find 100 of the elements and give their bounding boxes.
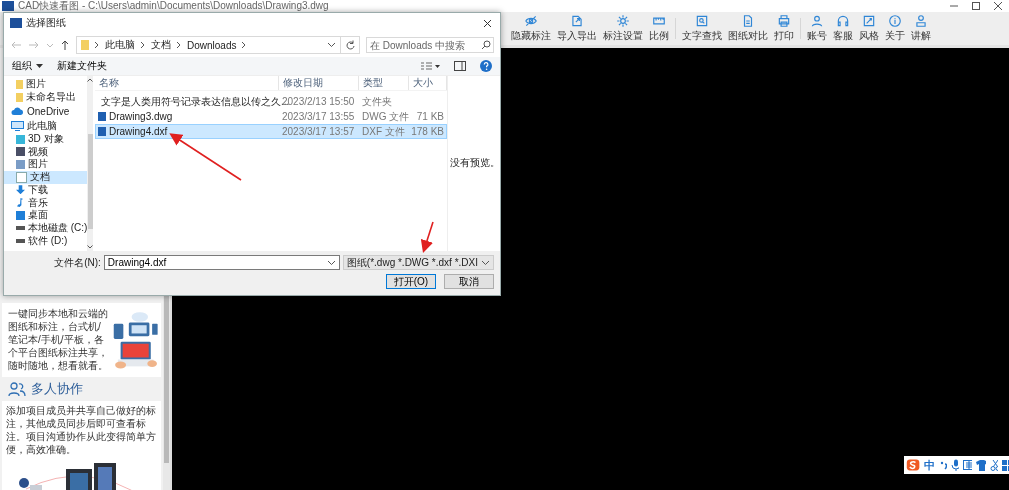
toolbar-button[interactable]: 讲解 [908, 12, 934, 45]
nav-item[interactable]: 图片 [4, 158, 88, 171]
video-icon [16, 147, 25, 157]
command-button[interactable]: 新建文件夹 [57, 59, 107, 73]
nav-item[interactable]: 未命名导出 [4, 90, 88, 104]
close-icon[interactable] [483, 18, 492, 28]
column-header[interactable]: 类型 [359, 76, 409, 90]
toolbar-button[interactable]: 文字查找 [679, 12, 725, 45]
file-row[interactable]: Drawing4.dxf 2023/3/17 13:57 DXF 文件 178 KB [95, 124, 447, 139]
cube-icon [16, 134, 25, 144]
search-field[interactable]: 在 Downloads 中搜索 [366, 37, 494, 53]
command-button[interactable]: 组织 [12, 59, 43, 73]
punctuation-icon[interactable] [939, 460, 947, 470]
grid-icon[interactable] [1002, 459, 1009, 471]
chevron-icon [94, 41, 100, 49]
feature-description: 添加项目成员并共享自己做好的标注，其他成员同步后即可查看标注。项目沟通协作从此变得简单方便，高效准确。 [6, 404, 157, 456]
nav-item[interactable]: 下载 [4, 183, 88, 197]
file-type-dropdown[interactable]: 图纸(*.dwg *.DWG *.dxf *.DXI [342, 255, 494, 270]
preview-message: 没有预览。 [450, 156, 500, 170]
keyboard-icon[interactable] [962, 460, 973, 470]
image-icon [16, 159, 25, 169]
app-logo-icon [10, 18, 22, 28]
nav-item[interactable]: 软件 (D:) [4, 234, 88, 247]
desktop-icon [16, 210, 25, 220]
help-icon[interactable] [480, 60, 492, 72]
cancel-button[interactable]: 取消 [444, 274, 494, 289]
nav-item[interactable]: 视频 [4, 145, 88, 159]
breadcrumb-item[interactable]: 文档 [151, 38, 171, 52]
nav-item[interactable]: 文档 [4, 170, 88, 184]
open-button[interactable]: 打开(O) [386, 274, 436, 289]
export-icon [569, 14, 585, 28]
headset-icon [835, 14, 851, 28]
toolbar-button[interactable]: 风格 [856, 12, 882, 45]
toolbar-button[interactable]: 导入导出 [554, 12, 600, 45]
breadcrumb-item[interactable]: 此电脑 [105, 38, 135, 52]
nav-item[interactable]: 此电脑 [4, 120, 88, 133]
arrow-annotation [420, 221, 434, 254]
chevron-icon [140, 41, 146, 49]
people-icon [8, 381, 26, 397]
chevron-icon [176, 41, 182, 49]
caret-icon[interactable] [326, 260, 336, 266]
computer-icon [11, 121, 24, 132]
refresh-icon[interactable] [345, 40, 355, 50]
document-icon [16, 171, 27, 183]
eye-slash-icon [523, 14, 539, 28]
toolbar-button[interactable]: 隐藏标注 [508, 12, 554, 45]
window-title: CAD快速看图 - C:\Users\admin\Documents\Downloads\Drawing3.dwg [18, 0, 329, 12]
download-icon [16, 185, 25, 195]
toolbar-button[interactable]: 关于 [882, 12, 908, 45]
file-row[interactable]: Drawing3.dwg 2023/3/17 13:55 DWG 文件 71 KB [95, 109, 447, 124]
nav-item[interactable]: OneDrive [4, 105, 88, 119]
preview-pane-icon[interactable] [454, 61, 466, 71]
cloud-icon [11, 107, 24, 117]
up-icon[interactable] [60, 39, 70, 51]
ruler-icon [651, 14, 667, 28]
filename-field[interactable]: Drawing4.dxf [103, 255, 340, 270]
field-label: 文件名(N): [54, 255, 101, 270]
nav-item[interactable]: 桌面 [4, 208, 88, 222]
file-row[interactable]: 文字是人类用符号记录表达信息以传之久... 2023/2/13 15:50 文件夹 [95, 94, 447, 109]
caret-icon [481, 259, 490, 266]
close-icon[interactable] [993, 1, 1003, 11]
nav-item[interactable]: 3D 对象 [4, 132, 88, 146]
nav-item[interactable]: 图片 [4, 78, 88, 91]
toolbar-button[interactable]: 打印 [771, 12, 797, 45]
scissors-icon[interactable] [989, 459, 999, 471]
app-logo-icon [2, 1, 14, 11]
maximize-icon[interactable] [971, 1, 981, 11]
toolbar-button[interactable]: 客服 [830, 12, 856, 45]
info-icon [887, 14, 903, 28]
person-icon [913, 14, 929, 28]
toolbar-button[interactable]: 图纸对比 [725, 12, 771, 45]
search-icon [481, 40, 491, 50]
ime-logo-icon[interactable] [906, 457, 921, 473]
folder-icon [81, 40, 89, 50]
edit-icon [861, 14, 877, 28]
view-options-icon[interactable] [420, 61, 440, 71]
toolbar-button[interactable]: 比例 [646, 12, 672, 45]
column-header[interactable]: 名称 [95, 76, 279, 90]
nav-item[interactable]: 音乐 [4, 196, 88, 209]
chevron-icon [241, 41, 248, 49]
user-icon [809, 14, 825, 28]
scrollbar-thumb[interactable] [87, 134, 93, 229]
dialog-title: 选择图纸 [26, 16, 66, 30]
shirt-icon[interactable] [976, 459, 986, 471]
scroll-up-icon[interactable] [87, 78, 94, 82]
feature-description: 一键同步本地和云端的图纸和标注，台式机/笔记本/手机/平板，各个平台图纸标注共享，随时随地，想看就看。 [8, 307, 109, 373]
input-mode-toggle[interactable]: 中 [924, 457, 936, 473]
printer-icon [776, 14, 792, 28]
scroll-down-icon[interactable] [87, 245, 94, 249]
nav-item[interactable]: 本地磁盘 (C:) [4, 221, 88, 235]
caret-icon[interactable] [327, 41, 336, 49]
toolbar-button[interactable]: 标注设置 [600, 12, 646, 45]
address-bar[interactable]: 此电脑 文档 Downloads [76, 36, 341, 54]
breadcrumb-item[interactable]: Downloads [187, 39, 237, 51]
microphone-icon[interactable] [951, 459, 959, 471]
column-header[interactable]: 修改日期 [279, 76, 359, 90]
section-heading: 多人协作 [31, 380, 83, 398]
toolbar-button[interactable]: 账号 [804, 12, 830, 45]
gear-icon [615, 14, 631, 28]
search-icon [694, 14, 710, 28]
